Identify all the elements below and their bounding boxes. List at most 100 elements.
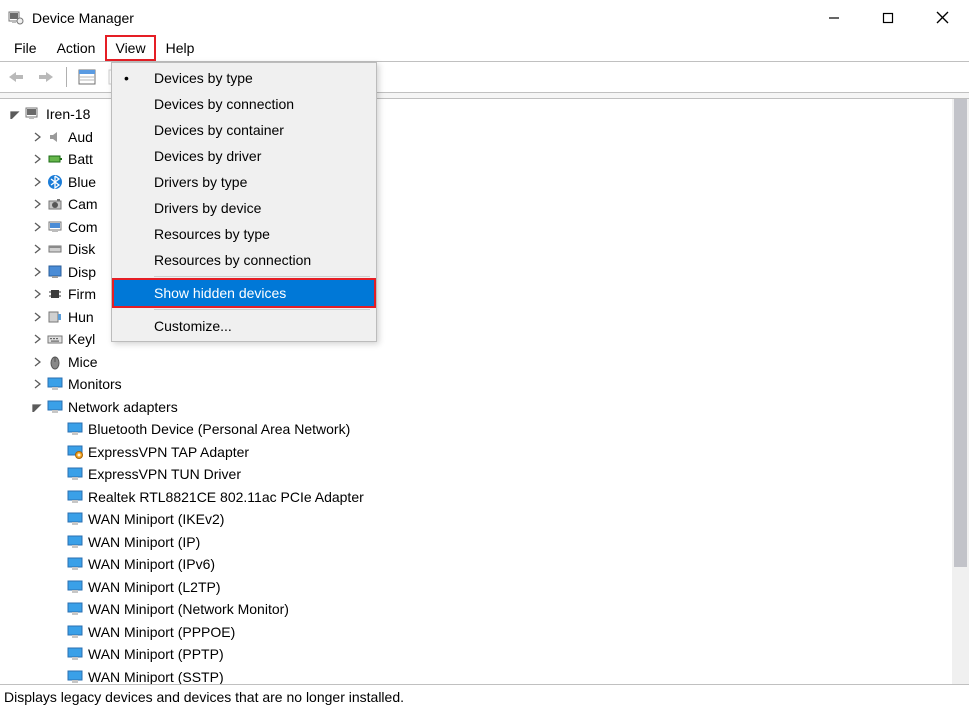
expand-icon[interactable]	[30, 175, 44, 189]
expand-icon[interactable]	[30, 130, 44, 144]
expand-icon[interactable]	[8, 107, 22, 121]
expand-icon[interactable]	[30, 220, 44, 234]
tree-node-label: Batt	[68, 148, 93, 170]
minimize-button[interactable]	[807, 0, 861, 35]
chip-icon	[46, 286, 64, 302]
network-adapter-icon	[66, 601, 84, 617]
menu-item-label: Resources by connection	[152, 252, 374, 268]
tree-node-label: WAN Miniport (IKEv2)	[88, 508, 224, 530]
app-icon	[8, 10, 24, 26]
expand-icon[interactable]	[30, 377, 44, 391]
tree-node-label: WAN Miniport (PPTP)	[88, 643, 224, 665]
computer-icon	[24, 106, 42, 122]
tree-node-label: Aud	[68, 126, 93, 148]
expand-icon[interactable]	[30, 152, 44, 166]
menu-item-devices-by-container[interactable]: Devices by container	[114, 117, 374, 143]
network-adapter-icon	[66, 669, 84, 684]
tree-leaf[interactable]: WAN Miniport (IPv6)	[0, 553, 952, 576]
menu-item-customize[interactable]: Customize...	[114, 313, 374, 339]
menu-separator	[154, 276, 370, 277]
tree-node-label: Disp	[68, 261, 96, 283]
monitor-icon	[46, 376, 64, 392]
tree-leaf[interactable]: WAN Miniport (IKEv2)	[0, 508, 952, 531]
view-menu-dropdown: • Devices by type Devices by connection …	[111, 62, 377, 342]
tree-leaf[interactable]: Bluetooth Device (Personal Area Network)	[0, 418, 952, 441]
properties-button[interactable]	[75, 65, 99, 89]
scrollbar-thumb[interactable]	[954, 99, 967, 567]
menu-item-resources-by-connection[interactable]: Resources by connection	[114, 247, 374, 273]
menu-item-drivers-by-type[interactable]: Drivers by type	[114, 169, 374, 195]
tree-category[interactable]: Mice	[0, 351, 952, 374]
tree-leaf[interactable]: WAN Miniport (PPPOE)	[0, 621, 952, 644]
menu-item-drivers-by-device[interactable]: Drivers by device	[114, 195, 374, 221]
forward-button[interactable]	[34, 65, 58, 89]
network-adapter-icon	[66, 489, 84, 505]
tree-leaf[interactable]: ExpressVPN TUN Driver	[0, 463, 952, 486]
battery-icon	[46, 151, 64, 167]
menu-item-resources-by-type[interactable]: Resources by type	[114, 221, 374, 247]
expand-icon[interactable]	[30, 332, 44, 346]
maximize-button[interactable]	[861, 0, 915, 35]
menu-help[interactable]: Help	[156, 35, 205, 61]
tree-leaf[interactable]: WAN Miniport (Network Monitor)	[0, 598, 952, 621]
menu-item-label: Drivers by device	[152, 200, 374, 216]
tree-node-label: Blue	[68, 171, 96, 193]
network-adapter-icon	[66, 444, 84, 460]
tree-node-label: Cam	[68, 193, 98, 215]
network-adapter-icon	[66, 556, 84, 572]
tree-category-network[interactable]: Network adapters	[0, 396, 952, 419]
tree-node-label: WAN Miniport (IP)	[88, 531, 200, 553]
expand-icon[interactable]	[30, 197, 44, 211]
status-bar: Displays legacy devices and devices that…	[0, 684, 969, 708]
expand-icon[interactable]	[30, 242, 44, 256]
menu-item-label: Devices by type	[152, 70, 374, 86]
collapse-icon[interactable]	[30, 400, 44, 414]
expand-icon[interactable]	[30, 310, 44, 324]
expand-icon[interactable]	[30, 265, 44, 279]
menu-item-label: Devices by driver	[152, 148, 374, 164]
mouse-icon	[46, 354, 64, 370]
tree-leaf[interactable]: Realtek RTL8821CE 802.11ac PCIe Adapter	[0, 486, 952, 509]
network-adapter-icon	[66, 511, 84, 527]
tree-leaf[interactable]: ExpressVPN TAP Adapter	[0, 441, 952, 464]
tree-leaf[interactable]: WAN Miniport (IP)	[0, 531, 952, 554]
expand-icon[interactable]	[30, 287, 44, 301]
tree-leaf[interactable]: WAN Miniport (SSTP)	[0, 666, 952, 685]
network-adapter-icon	[66, 534, 84, 550]
back-button[interactable]	[4, 65, 28, 89]
window-controls	[807, 0, 969, 35]
tree-leaf[interactable]: WAN Miniport (PPTP)	[0, 643, 952, 666]
title-bar: Device Manager	[0, 0, 969, 35]
bluetooth-icon	[46, 174, 64, 190]
menu-bar: File Action View Help	[0, 35, 969, 61]
menu-item-label: Resources by type	[152, 226, 374, 242]
tree-node-label: WAN Miniport (PPPOE)	[88, 621, 235, 643]
menu-item-label: Customize...	[152, 318, 374, 334]
menu-file[interactable]: File	[4, 35, 47, 61]
menu-item-devices-by-connection[interactable]: Devices by connection	[114, 91, 374, 117]
menu-action[interactable]: Action	[47, 35, 106, 61]
vertical-scrollbar[interactable]	[952, 99, 969, 684]
speaker-icon	[46, 129, 64, 145]
expand-icon[interactable]	[30, 355, 44, 369]
camera-icon	[46, 196, 64, 212]
menu-item-label: Devices by connection	[152, 96, 374, 112]
disk-icon	[46, 241, 64, 257]
network-adapter-icon	[46, 399, 64, 415]
network-adapter-icon	[66, 646, 84, 662]
menu-item-devices-by-type[interactable]: • Devices by type	[114, 65, 374, 91]
tree-leaf[interactable]: WAN Miniport (L2TP)	[0, 576, 952, 599]
close-button[interactable]	[915, 0, 969, 35]
computer-icon	[46, 219, 64, 235]
keyboard-icon	[46, 331, 64, 347]
tree-node-label: Mice	[68, 351, 98, 373]
menu-item-show-hidden-devices[interactable]: Show hidden devices	[114, 280, 374, 306]
toolbar-separator	[66, 67, 67, 87]
menu-item-devices-by-driver[interactable]: Devices by driver	[114, 143, 374, 169]
tree-node-label: WAN Miniport (SSTP)	[88, 666, 224, 684]
tree-category[interactable]: Monitors	[0, 373, 952, 396]
tree-node-label: Com	[68, 216, 98, 238]
menu-item-label: Devices by container	[152, 122, 374, 138]
tree-node-label: Firm	[68, 283, 96, 305]
menu-view[interactable]: View	[105, 35, 155, 61]
